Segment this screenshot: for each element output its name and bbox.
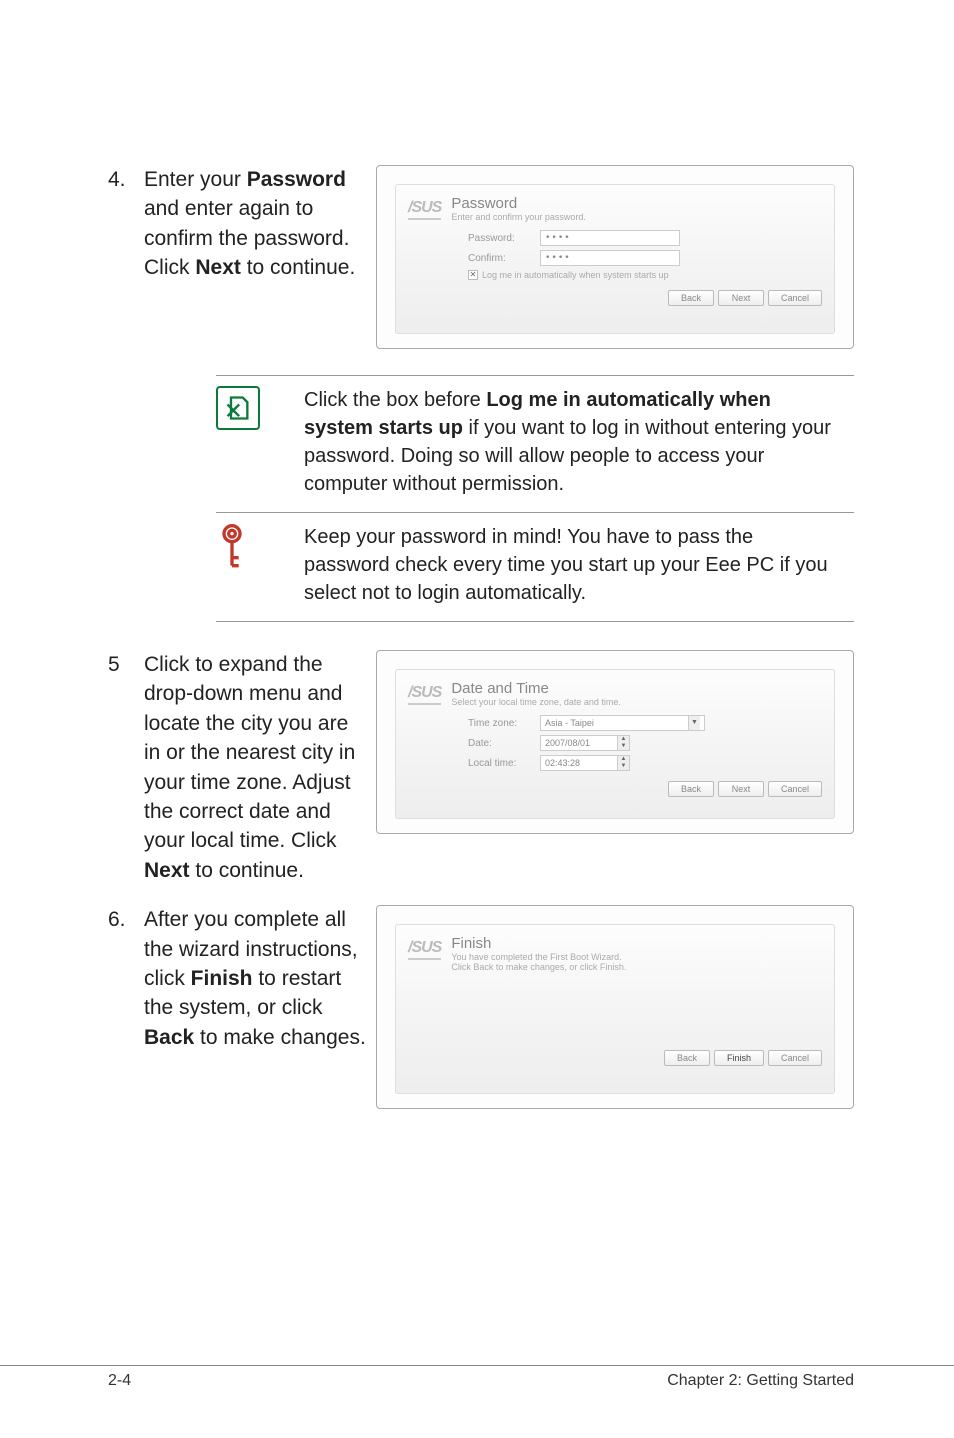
next-button[interactable]: Next <box>718 781 764 797</box>
step-4: 4. Enter your Password and enter again t… <box>108 165 854 349</box>
date-label: Date: <box>468 738 540 749</box>
back-button[interactable]: Back <box>668 290 714 306</box>
time-spinner[interactable]: 02:43:28 ▲▼ <box>540 755 630 771</box>
wizard-subtitle-1: You have completed the First Boot Wizard… <box>451 952 822 962</box>
screenshot-password: /SUS Password Enter and confirm your pas… <box>376 165 854 349</box>
time-label: Local time: <box>468 758 540 769</box>
key-icon <box>216 523 252 571</box>
page-footer: 2-4 Chapter 2: Getting Started <box>0 1365 954 1390</box>
cancel-button[interactable]: Cancel <box>768 1050 822 1066</box>
wizard-title: Password <box>451 195 822 212</box>
asus-logo: /SUS <box>408 939 441 960</box>
note-text: Keep your password in mind! You have to … <box>304 523 844 607</box>
timezone-select[interactable]: Asia - Taipei ▼ <box>540 715 705 731</box>
step-number: 6. <box>108 905 144 934</box>
password-input[interactable]: •••• <box>540 230 680 246</box>
screenshot-finish: /SUS Finish You have completed the First… <box>376 905 854 1109</box>
confirm-input[interactable]: •••• <box>540 250 680 266</box>
wizard-subtitle: Enter and confirm your password. <box>451 212 822 222</box>
auto-login-checkbox[interactable]: ✕ <box>468 270 478 280</box>
date-spinner[interactable]: 2007/08/01 ▲▼ <box>540 735 630 751</box>
chapter-title: Chapter 2: Getting Started <box>667 1372 854 1390</box>
cancel-button[interactable]: Cancel <box>768 290 822 306</box>
note-auto-login: Click the box before Log me in automatic… <box>216 375 854 513</box>
asus-logo: /SUS <box>408 199 441 220</box>
wizard-subtitle-2: Click Back to make changes, or click Fin… <box>451 962 822 972</box>
note-password-reminder: Keep your password in mind! You have to … <box>216 513 854 622</box>
wizard-title: Finish <box>451 935 822 952</box>
cancel-button[interactable]: Cancel <box>768 781 822 797</box>
asus-logo: /SUS <box>408 684 441 705</box>
note-icon <box>216 386 260 430</box>
confirm-label: Confirm: <box>468 253 540 264</box>
wizard-subtitle: Select your local time zone, date and ti… <box>451 697 822 707</box>
step-text: Click to expand the drop-down menu and l… <box>144 650 376 885</box>
step-text: After you complete all the wizard instru… <box>144 905 376 1052</box>
step-number: 4. <box>108 165 144 194</box>
auto-login-label: Log me in automatically when system star… <box>482 270 669 280</box>
timezone-label: Time zone: <box>468 718 540 729</box>
back-button[interactable]: Back <box>664 1050 710 1066</box>
back-button[interactable]: Back <box>668 781 714 797</box>
screenshot-datetime: /SUS Date and Time Select your local tim… <box>376 650 854 834</box>
step-number: 5 <box>108 650 144 679</box>
note-text: Click the box before Log me in automatic… <box>304 386 844 498</box>
step-text: Enter your Password and enter again to c… <box>144 165 376 283</box>
finish-button[interactable]: Finish <box>714 1050 764 1066</box>
notes-section: Click the box before Log me in automatic… <box>216 375 854 622</box>
step-6: 6. After you complete all the wizard ins… <box>108 905 854 1109</box>
page-number: 2-4 <box>108 1372 131 1390</box>
wizard-title: Date and Time <box>451 680 822 697</box>
step-5: 5 Click to expand the drop-down menu and… <box>108 650 854 885</box>
spinner-buttons[interactable]: ▲▼ <box>617 736 629 750</box>
spinner-buttons[interactable]: ▲▼ <box>617 756 629 770</box>
chevron-down-icon: ▼ <box>688 716 700 730</box>
password-label: Password: <box>468 233 540 244</box>
next-button[interactable]: Next <box>718 290 764 306</box>
